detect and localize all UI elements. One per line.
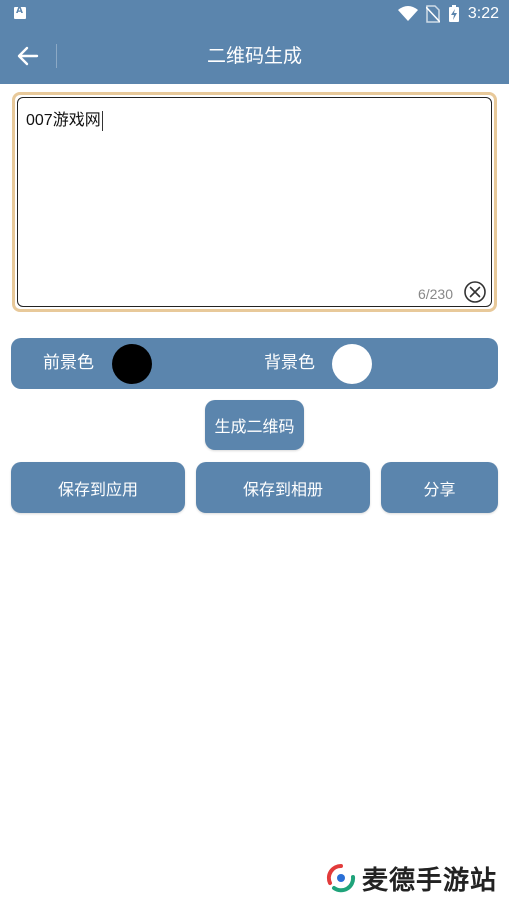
background-color-label: 背景色: [264, 353, 315, 373]
notification-icon: [14, 6, 26, 19]
page-title: 二维码生成: [206, 45, 302, 67]
watermark-logo-icon: [326, 863, 355, 893]
save-to-app-button[interactable]: 保存到应用: [11, 462, 185, 513]
watermark-text: 麦德手游站: [361, 865, 497, 896]
save-to-album-button[interactable]: 保存到相册: [196, 462, 370, 513]
char-counter: 6/230: [417, 286, 453, 302]
status-bar: 3:22: [0, 0, 509, 28]
qr-text-input-inner[interactable]: 007游戏网 6/230: [17, 97, 492, 307]
status-icons: 3:22: [397, 4, 499, 24]
clear-icon[interactable]: [463, 280, 487, 304]
wifi-icon: [397, 6, 418, 21]
arrow-left-icon: [17, 46, 39, 66]
foreground-color-label: 前景色: [43, 353, 94, 373]
back-button[interactable]: [12, 40, 44, 72]
share-button[interactable]: 分享: [381, 462, 498, 513]
text-caret: [101, 110, 104, 131]
app-bar: 二维码生成: [0, 28, 509, 84]
color-selector-bar: 前景色 背景色: [11, 338, 498, 389]
no-sim-icon: [425, 5, 440, 23]
background-color-swatch[interactable]: [332, 344, 372, 384]
status-time: 3:22: [467, 5, 499, 22]
foreground-color-swatch[interactable]: [112, 344, 152, 384]
qr-text-value[interactable]: 007游戏网: [26, 106, 104, 131]
watermark: 麦德手游站: [326, 860, 497, 896]
generate-qr-button[interactable]: 生成二维码: [205, 400, 304, 450]
qr-text-input[interactable]: 007游戏网 6/230: [12, 92, 497, 312]
battery-charging-icon: [448, 5, 459, 22]
app-bar-divider: [56, 44, 57, 68]
